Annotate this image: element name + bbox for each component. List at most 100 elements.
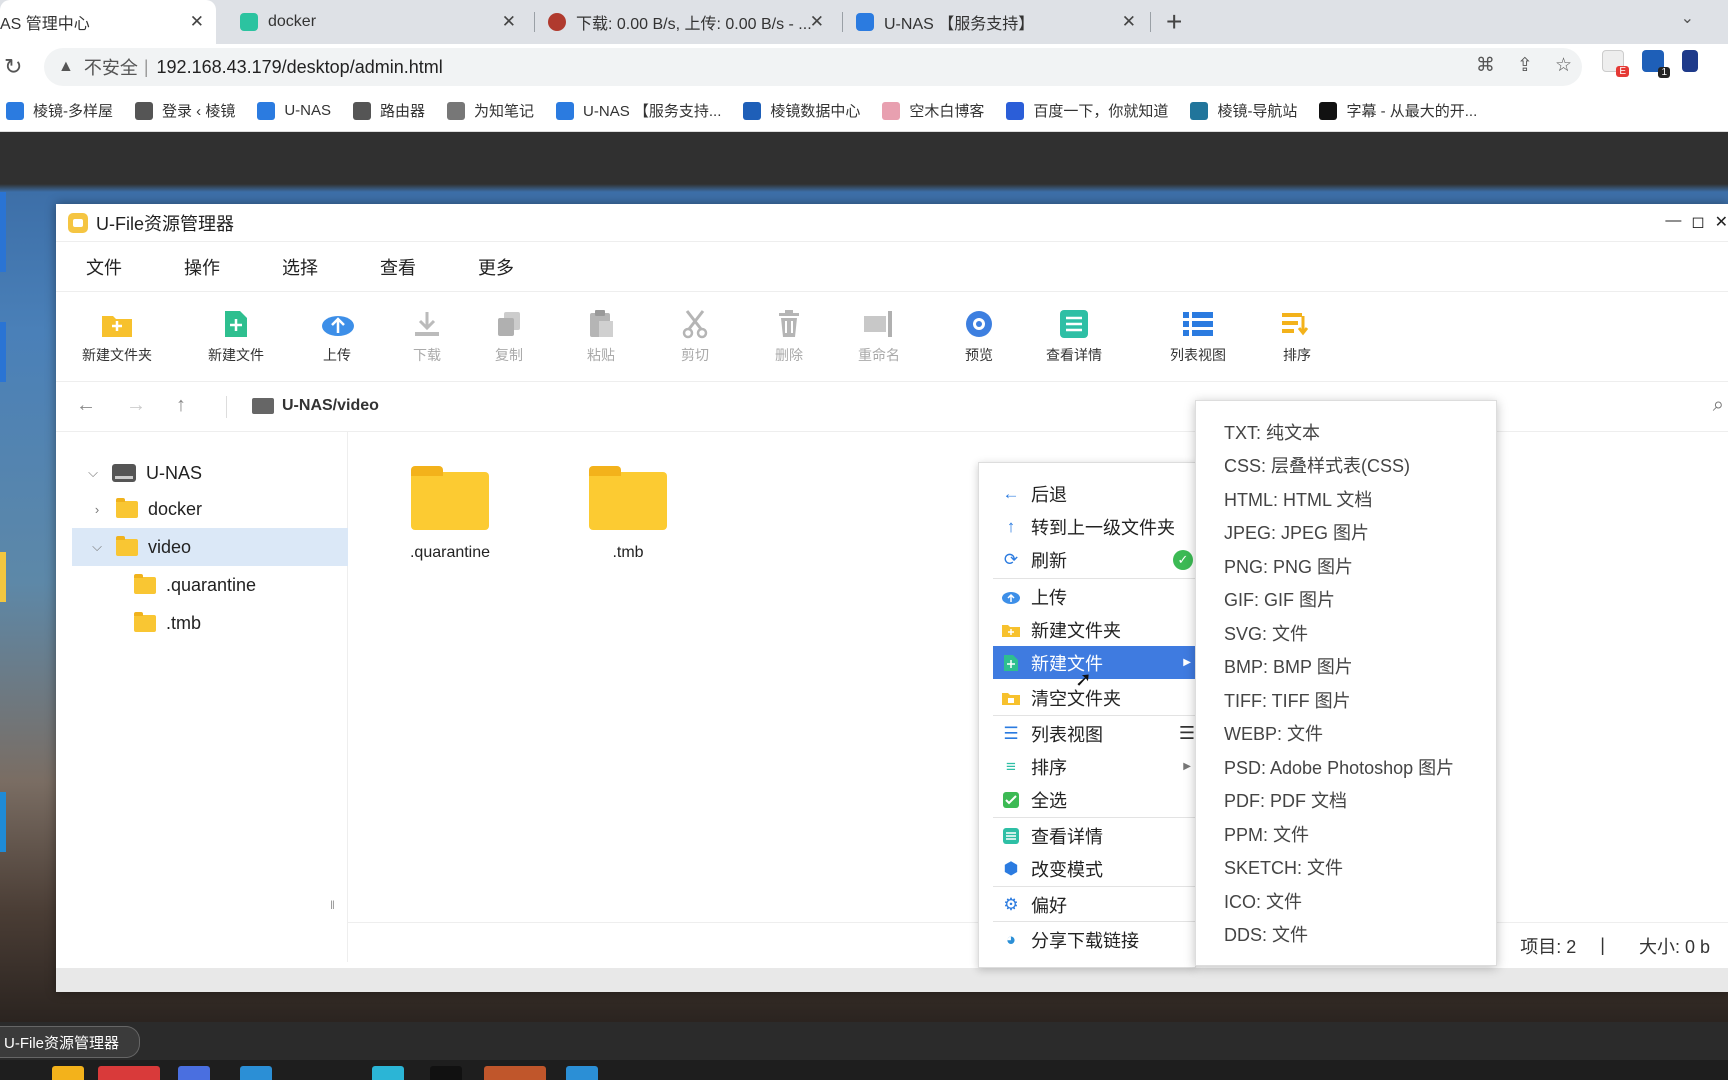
close-icon[interactable]: ✕: [190, 12, 204, 32]
bookmark-item[interactable]: 棱镜数据中心: [743, 100, 860, 121]
share-icon[interactable]: ⇪: [1517, 54, 1533, 77]
copy-button[interactable]: 复制: [492, 308, 526, 365]
file-item-tmb[interactable]: .tmb: [568, 466, 688, 562]
breadcrumb[interactable]: U-NAS/video: [252, 397, 379, 415]
rename-button[interactable]: 重命名: [858, 308, 900, 365]
back-arrow-icon[interactable]: ←: [76, 394, 96, 417]
bookmark-item[interactable]: 路由器: [353, 100, 425, 121]
toolbar-label: 剪切: [681, 347, 709, 363]
submenu-item-file-type[interactable]: PDF: PDF 文档: [1196, 784, 1496, 818]
download-button[interactable]: 下载: [410, 308, 444, 365]
bookmark-item[interactable]: 空木白博客: [882, 100, 984, 121]
delete-button[interactable]: 删除: [772, 308, 806, 365]
submenu-item-file-type[interactable]: WEBP: 文件: [1196, 717, 1496, 751]
close-icon[interactable]: ✕: [1715, 212, 1728, 232]
bookmark-item[interactable]: 棱镜-导航站: [1190, 100, 1297, 121]
upload-button[interactable]: 上传: [320, 308, 354, 365]
close-icon[interactable]: ✕: [810, 12, 824, 32]
search-icon[interactable]: ⌕: [1713, 394, 1724, 417]
browser-tab-download[interactable]: 下载: 0.00 B/s, 上传: 0.00 B/s - ... ✕: [536, 0, 836, 44]
bookmark-item[interactable]: 为知笔记: [447, 100, 534, 121]
context-item-sort[interactable]: ≡ 排序 ▶: [993, 750, 1197, 783]
submenu-item-file-type[interactable]: PNG: PNG 图片: [1196, 549, 1496, 583]
context-item-back[interactable]: ← 后退: [993, 477, 1197, 510]
details-button[interactable]: 查看详情: [1046, 308, 1102, 365]
bookmark-item[interactable]: 字幕 - 从最大的开...: [1319, 100, 1477, 121]
new-file-button[interactable]: 新建文件: [208, 308, 264, 365]
star-icon[interactable]: ☆: [1555, 54, 1572, 77]
tree-item-tmb[interactable]: .tmb: [56, 604, 348, 642]
bookmark-item[interactable]: U-NAS: [257, 101, 331, 120]
menu-operate[interactable]: 操作: [184, 254, 220, 280]
translate-icon[interactable]: ⌘: [1476, 54, 1495, 77]
chevron-down-icon[interactable]: ⌄: [1681, 8, 1694, 28]
context-item-change-mode[interactable]: ⬢ 改变模式: [993, 852, 1197, 885]
context-item-refresh[interactable]: ⟳ 刷新 ✓: [993, 543, 1197, 576]
chevron-right-icon[interactable]: ›: [88, 502, 106, 517]
reload-icon[interactable]: ↻: [4, 54, 22, 80]
bookmark-item[interactable]: 登录 ‹ 棱镜: [135, 100, 235, 121]
context-item-upload[interactable]: 上传: [993, 580, 1197, 613]
submenu-item-file-type[interactable]: SKETCH: 文件: [1196, 851, 1496, 885]
minimize-icon[interactable]: —: [1665, 212, 1681, 232]
submenu-item-file-type[interactable]: TXT: 纯文本: [1196, 415, 1496, 449]
sort-button[interactable]: 排序: [1280, 308, 1314, 365]
maximize-icon[interactable]: ◻: [1691, 212, 1704, 232]
tree-item-unas[interactable]: ⌵ U-NAS: [56, 454, 348, 492]
bookmark-item[interactable]: 棱镜-多样屋: [6, 100, 113, 121]
context-item-share-link[interactable]: ◕ 分享下载链接: [993, 923, 1197, 956]
context-item-parent-folder[interactable]: ↑ 转到上一级文件夹: [993, 510, 1197, 543]
divider: |: [143, 56, 149, 77]
context-item-new-file[interactable]: 新建文件 ▶: [993, 646, 1197, 679]
menu-file[interactable]: 文件: [86, 254, 122, 280]
browser-tab-docker[interactable]: docker ✕: [228, 0, 528, 44]
cloud-extension-icon[interactable]: E: [1602, 50, 1629, 77]
new-folder-button[interactable]: 新建文件夹: [82, 308, 152, 365]
context-item-list-view[interactable]: ☰ 列表视图 ☰: [993, 717, 1197, 750]
submenu-item-file-type[interactable]: HTML: HTML 文档: [1196, 482, 1496, 516]
list-view-button[interactable]: 列表视图: [1170, 308, 1226, 365]
chevron-down-icon[interactable]: ⌵: [88, 539, 106, 555]
tree-item-docker[interactable]: › docker: [56, 490, 348, 528]
chevron-down-icon[interactable]: ⌵: [84, 465, 102, 481]
cut-button[interactable]: 剪切: [678, 308, 712, 365]
resize-handle[interactable]: ‖: [330, 898, 335, 912]
submenu-item-file-type[interactable]: DDS: 文件: [1196, 918, 1496, 952]
browser-tab-admin[interactable]: AS 管理中心 ✕: [0, 0, 216, 44]
submenu-item-file-type[interactable]: GIF: GIF 图片: [1196, 583, 1496, 617]
tree-item-video[interactable]: ⌵ video: [72, 528, 348, 566]
bitwarden-extension-icon[interactable]: 1: [1642, 50, 1670, 78]
bookmark-extension-icon[interactable]: [1682, 50, 1698, 72]
close-icon[interactable]: ✕: [1122, 12, 1136, 32]
taskbar-item-file-manager[interactable]: U-File资源管理器: [0, 1026, 140, 1058]
context-item-preferences[interactable]: ⚙ 偏好: [993, 888, 1197, 921]
window-titlebar[interactable]: U-File资源管理器 — ◻ ✕: [56, 204, 1728, 242]
preview-button[interactable]: 预览: [962, 308, 996, 365]
submenu-item-file-type[interactable]: ICO: 文件: [1196, 884, 1496, 918]
bookmark-item[interactable]: 百度一下，你就知道: [1006, 100, 1168, 121]
submenu-item-file-type[interactable]: TIFF: TIFF 图片: [1196, 683, 1496, 717]
paste-button[interactable]: 粘贴: [584, 308, 618, 365]
context-item-select-all[interactable]: 全选: [993, 783, 1197, 816]
omnibox[interactable]: ▲ 不安全 | 192.168.43.179/desktop/admin.htm…: [44, 48, 1582, 86]
tree-item-quarantine[interactable]: .quarantine: [56, 566, 348, 604]
close-icon[interactable]: ✕: [502, 12, 516, 32]
bookmark-item[interactable]: U-NAS 【服务支持...: [556, 100, 721, 121]
menu-more[interactable]: 更多: [478, 254, 514, 280]
context-item-empty-folder[interactable]: 清空文件夹: [993, 681, 1197, 714]
up-arrow-icon[interactable]: ↑: [176, 394, 186, 417]
submenu-item-file-type[interactable]: PPM: 文件: [1196, 817, 1496, 851]
forward-arrow-icon[interactable]: →: [126, 394, 146, 417]
new-tab-button[interactable]: +: [1166, 6, 1182, 38]
context-item-details[interactable]: 查看详情: [993, 819, 1197, 852]
browser-tab-unas-support[interactable]: U-NAS 【服务支持】 ✕: [844, 0, 1148, 44]
submenu-item-file-type[interactable]: JPEG: JPEG 图片: [1196, 516, 1496, 550]
submenu-item-file-type[interactable]: PSD: Adobe Photoshop 图片: [1196, 750, 1496, 784]
menu-view[interactable]: 查看: [380, 254, 416, 280]
submenu-item-file-type[interactable]: CSS: 层叠样式表(CSS): [1196, 449, 1496, 483]
context-item-new-folder[interactable]: 新建文件夹: [993, 613, 1197, 646]
submenu-item-file-type[interactable]: SVG: 文件: [1196, 616, 1496, 650]
submenu-item-file-type[interactable]: BMP: BMP 图片: [1196, 650, 1496, 684]
menu-select[interactable]: 选择: [282, 254, 318, 280]
file-item-quarantine[interactable]: .quarantine: [390, 466, 510, 562]
